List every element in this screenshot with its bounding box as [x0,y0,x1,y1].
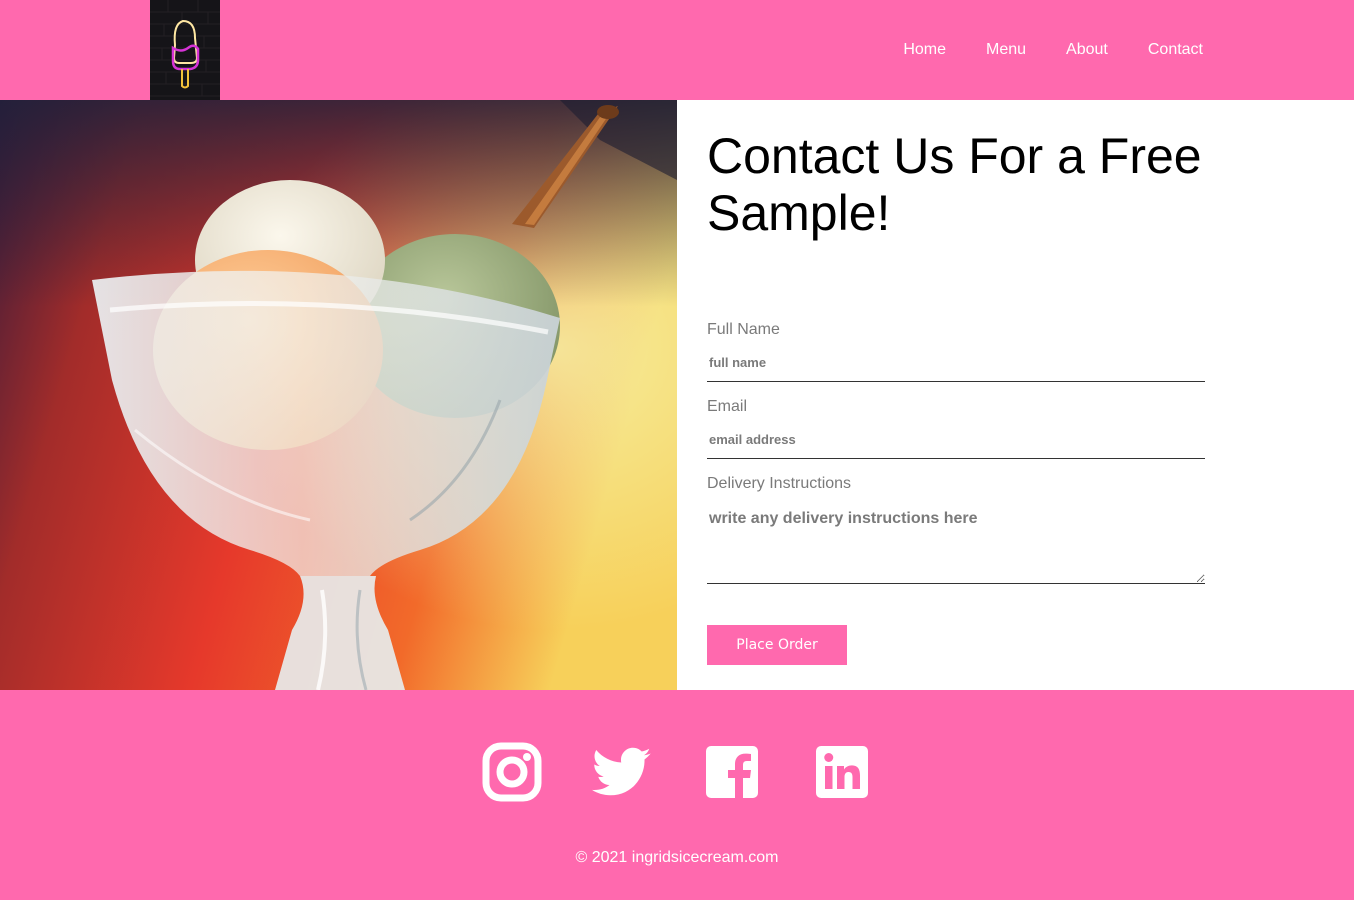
facebook-icon[interactable] [702,742,762,802]
neon-popsicle-icon [150,0,220,97]
instagram-icon[interactable] [482,742,542,802]
linkedin-icon[interactable] [812,742,872,802]
twitter-icon[interactable] [591,742,652,802]
main-nav: Home Menu About Contact [863,0,1203,100]
ice-cream-photo [0,100,677,690]
nav-about-link[interactable]: About [1066,41,1108,59]
nav-menu-link[interactable]: Menu [986,41,1026,59]
place-order-button[interactable]: Place Order [707,625,847,665]
nav-home-link[interactable]: Home [903,41,946,59]
hero-image [0,100,677,690]
nav-contact-link[interactable]: Contact [1148,41,1203,59]
delivery-instructions-label: Delivery Instructions [707,475,852,492]
site-header: Home Menu About Contact [0,0,1354,100]
copyright-text: © 2021 ingridsicecream.com [575,849,779,866]
contact-form-panel: Contact Us For a Free Sample! Full Name … [677,100,1354,690]
form-title: Contact Us For a Free Sample! [707,128,1202,241]
site-footer: © 2021 ingridsicecream.com [0,690,1354,900]
logo[interactable] [150,0,220,100]
delivery-instructions-textarea[interactable] [707,503,1205,584]
full-name-input[interactable] [707,344,1205,382]
email-label: Email [707,398,748,415]
social-links [0,742,1354,802]
email-input[interactable] [707,421,1205,459]
full-name-label: Full Name [707,321,780,338]
